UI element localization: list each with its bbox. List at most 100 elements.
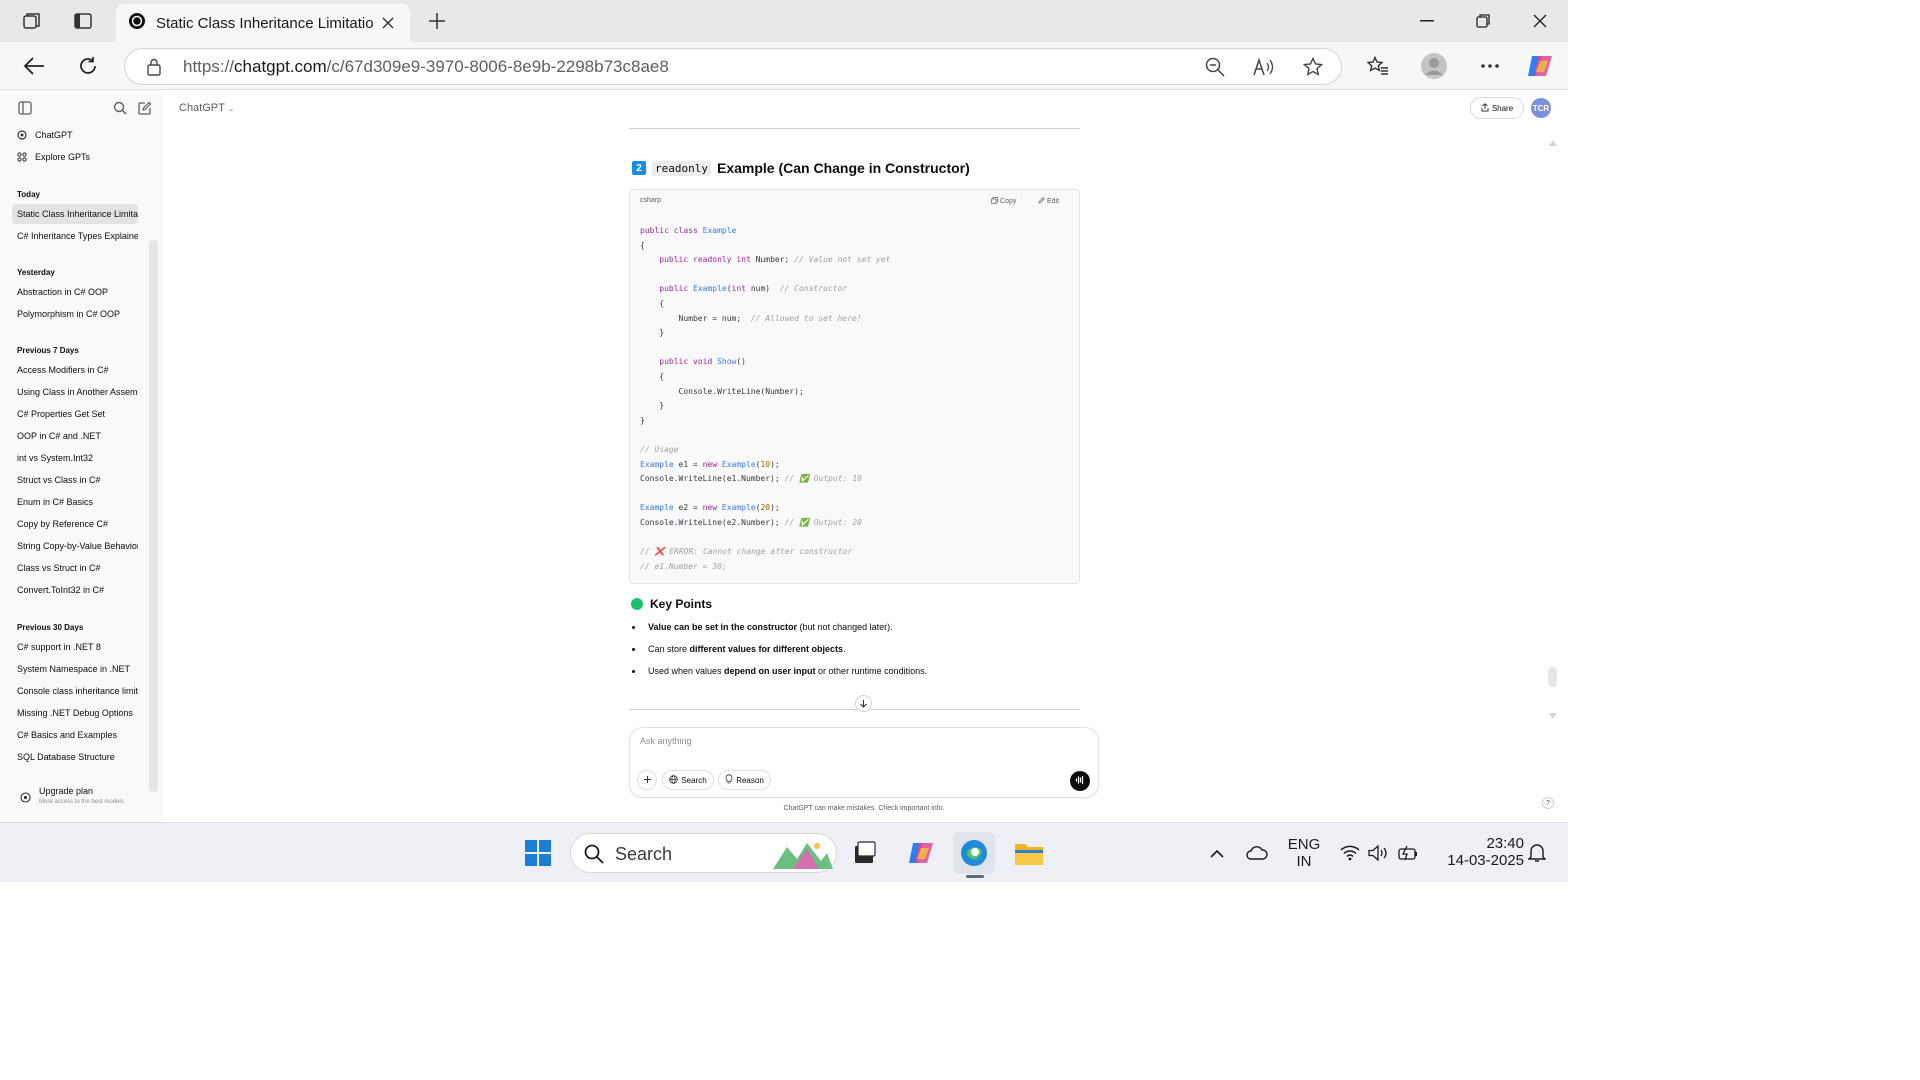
workspaces-icon[interactable] <box>20 9 44 33</box>
clock[interactable]: 23:40 14-03-2025 <box>1434 835 1524 869</box>
copilot-icon[interactable] <box>1525 51 1555 81</box>
chat-history-item[interactable]: C# Inheritance Types Explained <box>12 226 138 246</box>
read-aloud-icon[interactable] <box>1253 56 1275 78</box>
section-heading-previous-7-days: Previous 7 Days <box>17 346 79 355</box>
chat-history-item[interactable]: String Copy-by-Value Behavior <box>12 536 138 556</box>
sidebar-scrollbar[interactable] <box>149 240 158 792</box>
back-arrow-icon[interactable] <box>20 52 48 80</box>
voice-mode-button[interactable] <box>1070 771 1090 791</box>
code-line: { <box>640 240 645 250</box>
favorite-star-icon[interactable] <box>1302 56 1324 78</box>
key-point-pre: Can store <box>648 644 690 654</box>
volume-icon[interactable] <box>1362 835 1396 871</box>
chat-history-item[interactable]: C# Properties Get Set <box>12 404 138 424</box>
minimize-icon[interactable] <box>1407 8 1447 34</box>
tab-close-icon[interactable] <box>378 13 398 33</box>
restore-icon[interactable] <box>1463 8 1503 34</box>
task-view-icon[interactable] <box>847 835 883 871</box>
code-line: Number = num; // Allowed to set here! <box>640 313 862 323</box>
sidebar-item-chatgpt[interactable]: ChatGPT <box>12 125 138 145</box>
chat-history-item[interactable]: OOP in C# and .NET <box>12 426 138 446</box>
code-line: Console.WriteLine(Number); <box>640 386 804 396</box>
upgrade-icon <box>20 790 31 808</box>
search-tool-button[interactable]: Search <box>662 770 714 790</box>
copilot-app-icon[interactable] <box>903 835 939 871</box>
scroll-to-bottom-button[interactable] <box>855 695 872 712</box>
heading-inline-code: readonly <box>652 160 711 176</box>
key-point-rest: (but not changed later). <box>797 622 893 632</box>
chat-history-item[interactable]: Static Class Inheritance Limitation <box>12 204 138 224</box>
reason-tool-label: Reason <box>736 775 764 785</box>
key-point-rest: or other runtime conditions. <box>815 666 928 676</box>
browser-tab-active[interactable]: Static Class Inheritance Limitation <box>116 4 410 42</box>
chat-history-item[interactable]: Convert.ToInt32 in C# <box>12 580 138 600</box>
chat-history-item[interactable]: Struct vs Class in C# <box>12 470 138 490</box>
chat-history-item[interactable]: Access Modifiers in C# <box>12 360 138 380</box>
code-line: // e1.Number = 30; <box>640 561 727 571</box>
address-bar[interactable]: https://chatgpt.com/c/67d309e9-3970-8006… <box>124 48 1342 85</box>
edge-browser-icon[interactable] <box>953 832 995 874</box>
language-indicator[interactable]: ENG IN <box>1285 836 1323 870</box>
battery-charging-icon[interactable] <box>1392 835 1426 871</box>
show-hidden-icons-chevron-up-icon[interactable] <box>1200 835 1234 871</box>
model-selector[interactable]: ChatGPT ⌄ <box>179 102 234 114</box>
section-heading: 2 readonly Example (Can Change in Constr… <box>632 160 970 176</box>
file-explorer-icon[interactable] <box>1011 835 1047 871</box>
windows-start-icon[interactable] <box>520 835 556 871</box>
sidebar-item-explore-gpts[interactable]: Explore GPTs <box>12 147 138 167</box>
code-line: } <box>640 401 665 411</box>
divider <box>629 709 1080 710</box>
search-icon[interactable] <box>113 101 127 120</box>
main-scrollbar[interactable] <box>1548 667 1557 687</box>
code-language-label: csharp <box>640 197 662 204</box>
notifications-bell-icon[interactable] <box>1520 835 1554 871</box>
chat-history-item[interactable]: Polymorphism in C# OOP <box>12 304 138 324</box>
help-button[interactable]: ? <box>1542 797 1554 809</box>
chat-history-item[interactable]: Class vs Struct in C# <box>12 558 138 578</box>
chat-history-item[interactable]: SQL Database Structure <box>12 747 138 767</box>
chat-history-item[interactable]: Missing .NET Debug Options <box>12 703 138 723</box>
url-text[interactable]: https://chatgpt.com/c/67d309e9-3970-8006… <box>183 57 669 77</box>
chat-history-item[interactable]: Copy by Reference C# <box>12 514 138 534</box>
scroll-down-arrow-icon[interactable] <box>1548 707 1558 725</box>
scroll-up-arrow-icon[interactable] <box>1548 134 1558 152</box>
bullet <box>632 669 635 673</box>
chevron-down-icon: ⌄ <box>227 104 235 113</box>
prompt-input[interactable] <box>640 736 1040 746</box>
chat-history-item[interactable]: int vs System.Int32 <box>12 448 138 468</box>
chat-history-item[interactable]: Using Class in Another Assembly <box>12 382 138 402</box>
code-line: public void Show() <box>659 357 746 367</box>
tab-title: Static Class Inheritance Limitation <box>156 14 374 32</box>
grid-icon <box>17 152 27 162</box>
attach-button[interactable] <box>637 770 657 790</box>
sidebar-toggle-icon[interactable] <box>18 101 32 120</box>
taskbar-search-box[interactable]: Search <box>570 833 837 873</box>
profile-avatar-icon[interactable] <box>1419 51 1449 81</box>
share-button[interactable]: Share <box>1470 97 1524 119</box>
chat-history-item[interactable]: C# Basics and Examples <box>12 725 138 745</box>
upgrade-plan-button[interactable]: Upgrade plan More access to the best mod… <box>12 782 152 812</box>
reason-tool-button[interactable]: Reason <box>718 770 771 790</box>
tab-actions-icon[interactable] <box>71 9 95 33</box>
new-tab-icon[interactable] <box>425 9 449 33</box>
chat-main: ChatGPT ⌄ Share TCR 2 readonly Example (… <box>163 90 1568 822</box>
close-window-icon[interactable] <box>1520 8 1560 34</box>
more-options-icon[interactable] <box>1476 52 1504 80</box>
favorites-icon[interactable] <box>1364 52 1392 80</box>
copy-code-button[interactable]: Copy <box>991 197 1016 206</box>
chat-history-item[interactable]: Console class inheritance limits <box>12 681 138 701</box>
chat-history-item[interactable]: System Namespace in .NET <box>12 659 138 679</box>
number-badge: 2 <box>632 161 646 175</box>
share-label: Share <box>1491 103 1514 113</box>
new-chat-icon[interactable] <box>138 101 152 120</box>
user-avatar[interactable]: TCR <box>1531 98 1551 118</box>
zoom-out-icon[interactable] <box>1204 56 1226 78</box>
lock-icon[interactable] <box>143 56 165 78</box>
code-content[interactable]: public class Example { public readonly in… <box>640 224 891 574</box>
chat-history-item[interactable]: Enum in C# Basics <box>12 492 138 512</box>
refresh-icon[interactable] <box>74 52 102 80</box>
chat-history-item[interactable]: Abstraction in C# OOP <box>12 282 138 302</box>
chat-history-item[interactable]: C# support in .NET 8 <box>12 637 138 657</box>
onedrive-cloud-icon[interactable] <box>1240 835 1274 871</box>
edit-code-button[interactable]: Edit <box>1038 197 1059 206</box>
